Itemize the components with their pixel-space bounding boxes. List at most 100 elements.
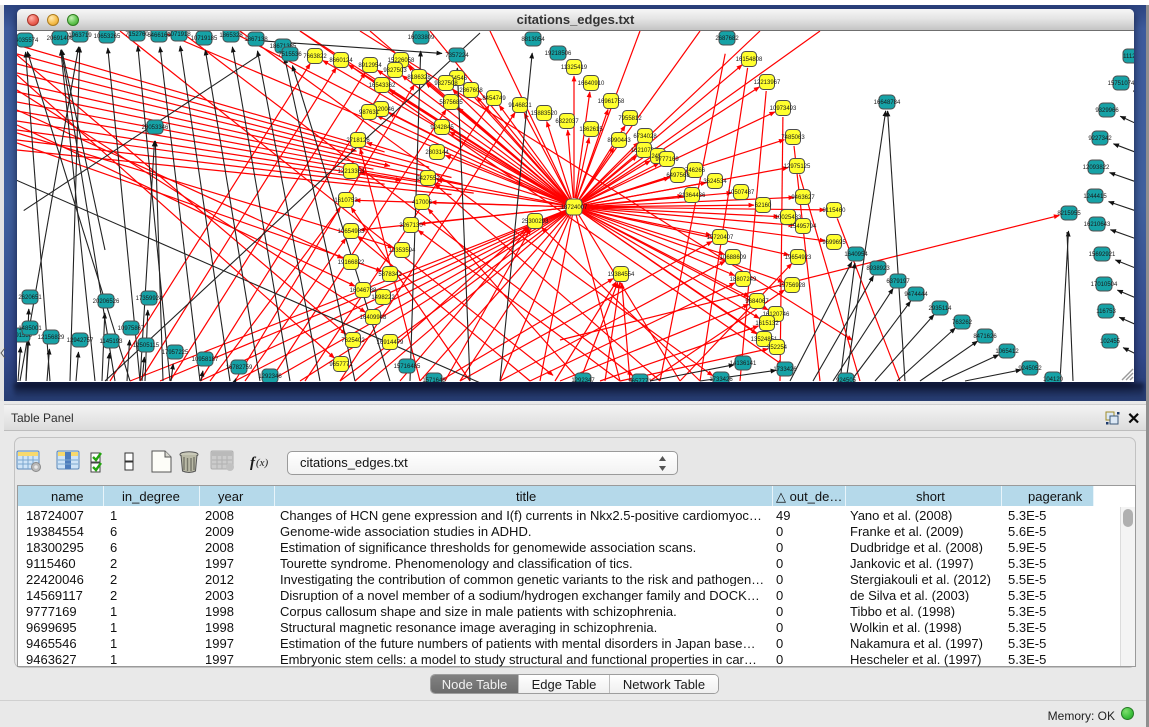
svg-text:9245052: 9245052 <box>1018 366 1042 372</box>
svg-text:1733426: 1733426 <box>709 377 733 382</box>
svg-text:417006: 417006 <box>412 200 433 206</box>
svg-text:19218506: 19218506 <box>545 51 572 57</box>
svg-text:11121: 11121 <box>1123 54 1134 60</box>
svg-text:17957225: 17957225 <box>162 350 189 356</box>
svg-text:62160: 62160 <box>755 203 772 209</box>
svg-text:7515536: 7515536 <box>278 52 302 58</box>
svg-text:16154808: 16154808 <box>736 57 763 63</box>
svg-text:16543362: 16543362 <box>369 83 396 89</box>
svg-text:7955812: 7955812 <box>618 116 642 122</box>
svg-text:21364436: 21364436 <box>679 193 706 199</box>
svg-text:8938923: 8938923 <box>866 266 890 272</box>
svg-text:6379197: 6379197 <box>886 279 910 285</box>
svg-text:102455: 102455 <box>1100 339 1121 345</box>
svg-text:15692921: 15692921 <box>1089 252 1116 258</box>
svg-text:15720407: 15720407 <box>707 235 734 241</box>
svg-text:1292346: 1292346 <box>258 374 282 380</box>
svg-text:10507487: 10507487 <box>728 190 755 196</box>
svg-text:1865328: 1865328 <box>219 33 243 39</box>
svg-text:1571648: 1571648 <box>422 378 446 382</box>
svg-text:10975867: 10975867 <box>118 326 145 332</box>
svg-text:16210643: 16210643 <box>1084 222 1111 228</box>
svg-text:17359924: 17359924 <box>136 296 163 302</box>
svg-text:10973493: 10973493 <box>770 106 797 112</box>
svg-text:1615132: 1615132 <box>755 321 779 327</box>
svg-text:3267130: 3267130 <box>399 223 423 229</box>
svg-text:9684067: 9684067 <box>745 299 769 305</box>
svg-text:18807249: 18807249 <box>730 277 757 283</box>
svg-text:5875685: 5875685 <box>439 100 463 106</box>
svg-text:9777169: 9777169 <box>655 157 679 163</box>
svg-text:987631: 987631 <box>359 110 380 116</box>
svg-text:1065412: 1065412 <box>995 349 1019 355</box>
svg-text:6322037: 6322037 <box>555 119 579 125</box>
svg-text:5878342: 5878342 <box>378 272 402 278</box>
svg-text:20206526: 20206526 <box>93 299 120 305</box>
svg-text:8990443: 8990443 <box>607 138 631 144</box>
svg-text:11325419: 11325419 <box>561 65 588 71</box>
svg-text:12505115: 12505115 <box>133 343 160 349</box>
svg-text:10688609: 10688609 <box>720 255 747 261</box>
svg-text:7152760: 7152760 <box>125 32 149 38</box>
svg-text:14035574: 14035574 <box>17 38 39 44</box>
svg-text:1292347: 1292347 <box>571 378 595 382</box>
svg-text:9657771: 9657771 <box>329 362 353 368</box>
svg-text:15495794: 15495794 <box>790 224 817 230</box>
svg-text:7357224: 7357224 <box>445 53 469 59</box>
svg-text:19166822: 19166822 <box>338 260 365 266</box>
svg-text:1145193: 1145193 <box>100 339 124 345</box>
svg-text:2687682: 2687682 <box>715 36 739 42</box>
svg-text:14136141: 14136141 <box>730 361 757 367</box>
svg-text:2718126: 2718126 <box>346 138 370 144</box>
svg-text:2867608: 2867608 <box>459 88 483 94</box>
svg-text:252254: 252254 <box>767 345 788 351</box>
svg-text:1610753: 1610753 <box>334 198 358 204</box>
svg-text:9463627: 9463627 <box>791 195 815 201</box>
svg-text:8813054: 8813054 <box>521 37 545 43</box>
svg-text:2935114: 2935114 <box>929 306 953 312</box>
svg-text:8215955: 8215955 <box>1057 211 1081 217</box>
svg-text:1498222: 1498222 <box>371 295 395 301</box>
svg-text:10719185: 10719185 <box>191 36 218 42</box>
svg-text:18724007: 18724007 <box>561 205 588 211</box>
svg-text:8186328: 8186328 <box>407 75 431 81</box>
svg-text:1733426: 1733426 <box>773 367 797 373</box>
svg-text:15883520: 15883520 <box>531 111 558 117</box>
svg-text:9227342: 9227342 <box>1088 136 1112 142</box>
svg-text:1244415: 1244415 <box>1083 194 1107 200</box>
svg-text:12156829: 12156829 <box>38 335 65 341</box>
svg-text:7625402: 7625402 <box>341 338 365 344</box>
svg-text:9427552: 9427552 <box>416 176 440 182</box>
svg-text:2803144: 2803144 <box>425 150 449 156</box>
svg-text:16046788: 16046788 <box>350 288 377 294</box>
svg-text:16914479: 16914479 <box>377 340 404 346</box>
svg-text:9327508: 9327508 <box>434 81 458 87</box>
svg-text:15751074: 15751074 <box>1108 81 1134 87</box>
svg-text:3624534: 3624534 <box>703 179 727 185</box>
svg-text:16640910: 16640910 <box>578 81 605 87</box>
svg-text:16961758: 16961758 <box>598 99 625 105</box>
svg-text:8454749: 8454749 <box>482 96 506 102</box>
svg-text:10653265: 10653265 <box>94 34 121 40</box>
svg-text:16409948: 16409948 <box>360 315 387 321</box>
svg-text:9657771: 9657771 <box>628 379 652 382</box>
svg-text:12975125: 12975125 <box>784 164 811 170</box>
svg-text:12093822: 12093822 <box>1083 165 1110 171</box>
svg-text:6734028: 6734028 <box>633 134 657 140</box>
svg-text:1071918: 1071918 <box>167 32 191 38</box>
svg-text:16782759: 16782759 <box>226 365 253 371</box>
svg-text:19654923: 19654923 <box>785 255 812 261</box>
svg-text:25300293: 25300293 <box>522 219 549 225</box>
svg-text:1485001: 1485001 <box>18 326 42 332</box>
svg-text:7485063: 7485063 <box>781 135 805 141</box>
svg-text:9474444: 9474444 <box>904 292 928 298</box>
svg-text:12942757: 12942757 <box>67 338 94 344</box>
svg-text:8912954: 8912954 <box>358 63 382 69</box>
svg-text:9327503: 9327503 <box>383 68 407 74</box>
svg-text:9699695: 9699695 <box>822 240 846 246</box>
svg-text:10958187: 10958187 <box>192 357 219 363</box>
svg-text:9146821: 9146821 <box>508 103 532 109</box>
svg-text:20053346: 20053346 <box>142 125 169 131</box>
svg-text:9242845: 9242845 <box>430 125 454 131</box>
svg-text:10654983: 10654983 <box>338 229 365 235</box>
